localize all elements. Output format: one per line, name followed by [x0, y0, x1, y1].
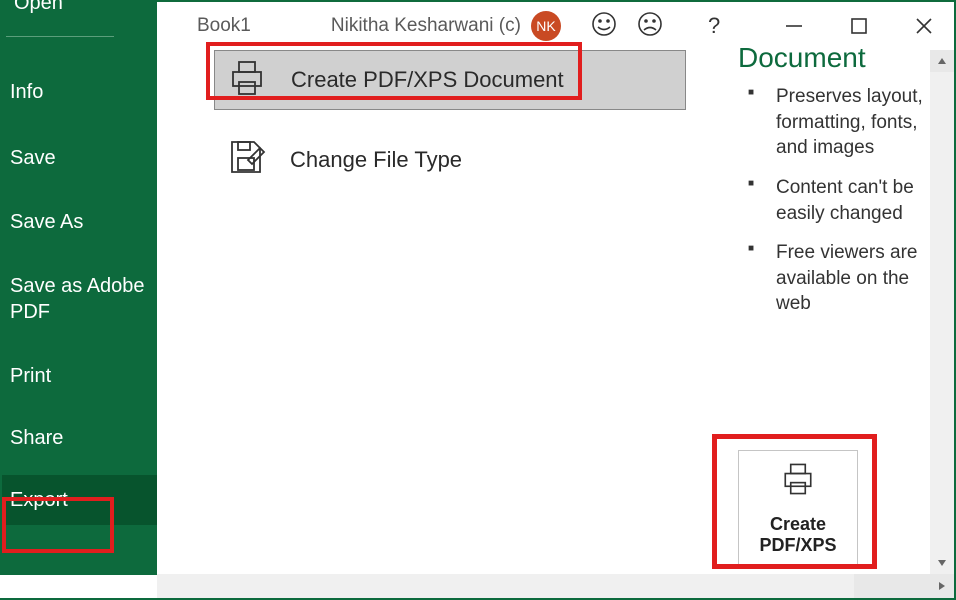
- sidebar-item-save-as[interactable]: Save As: [2, 197, 157, 247]
- smile-icon[interactable]: [591, 11, 617, 42]
- option-label: Change File Type: [290, 147, 462, 173]
- sidebar-item-print[interactable]: Print: [2, 351, 157, 401]
- vertical-scrollbar[interactable]: [930, 50, 954, 574]
- minimize-button[interactable]: [784, 16, 804, 36]
- option-create-pdf-xps[interactable]: Create PDF/XPS Document: [214, 50, 686, 110]
- printer-icon: [225, 56, 269, 105]
- scroll-right-icon[interactable]: [854, 574, 954, 598]
- bullet-item: Preserves layout, formatting, fonts, and…: [756, 84, 926, 161]
- help-icon[interactable]: ?: [708, 13, 720, 39]
- user-name: Nikitha Kesharwani (c): [331, 15, 521, 37]
- maximize-button[interactable]: [849, 16, 869, 36]
- bullet-item: Free viewers are available on the web: [756, 240, 926, 317]
- sidebar-item-share[interactable]: Share: [2, 413, 157, 463]
- horizontal-scrollbar[interactable]: [157, 574, 954, 598]
- button-label: Create PDF/XPS: [739, 514, 857, 556]
- option-label: Create PDF/XPS Document: [291, 67, 564, 93]
- sidebar-item-save[interactable]: Save: [2, 133, 157, 183]
- avatar[interactable]: NK: [531, 11, 561, 41]
- create-pdf-xps-button[interactable]: Create PDF/XPS: [738, 450, 858, 565]
- close-button[interactable]: [914, 16, 934, 36]
- main-pane: Create PDF/XPS Document Change File Type…: [157, 50, 928, 572]
- scroll-track[interactable]: [930, 72, 954, 552]
- printer-icon: [776, 459, 820, 504]
- scroll-down-icon[interactable]: [930, 552, 954, 574]
- document-title: Book1: [197, 15, 251, 37]
- frown-icon[interactable]: [637, 11, 663, 42]
- sidebar-item-save-adobe[interactable]: Save as Adobe PDF: [2, 261, 157, 337]
- sidebar-item-info[interactable]: Info: [2, 67, 157, 117]
- backstage-sidebar: Open Info Save Save As Save as Adobe PDF…: [0, 0, 157, 575]
- pane-heading: Document: [738, 42, 926, 74]
- scroll-up-icon[interactable]: [930, 50, 954, 72]
- sidebar-item-export[interactable]: Export: [2, 475, 157, 525]
- save-edit-icon: [224, 136, 268, 185]
- bullet-item: Content can't be easily changed: [756, 175, 926, 226]
- sidebar-item-open[interactable]: Open: [6, 0, 114, 37]
- option-change-file-type[interactable]: Change File Type: [214, 130, 686, 190]
